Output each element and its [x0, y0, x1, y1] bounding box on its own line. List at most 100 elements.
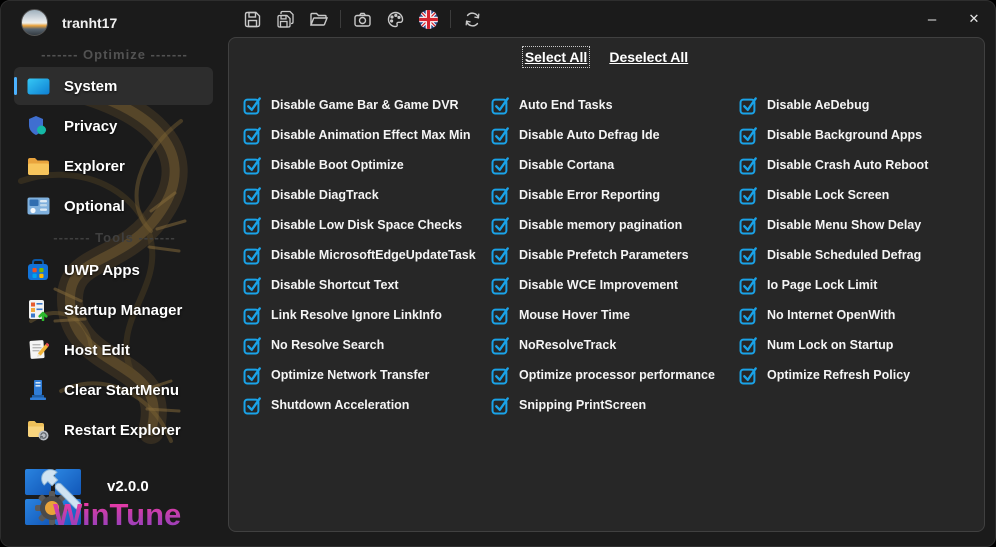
- checkbox-label: Link Resolve Ignore LinkInfo: [271, 308, 442, 322]
- checkbox-item[interactable]: Snipping PrintScreen: [491, 390, 736, 420]
- checkbox-item[interactable]: Optimize processor performance: [491, 360, 736, 390]
- toolbar-separator: [450, 10, 451, 28]
- checkbox-item[interactable]: No Resolve Search: [243, 330, 488, 360]
- checkbox-checked-icon: [739, 246, 758, 265]
- checkbox-checked-icon: [243, 306, 262, 325]
- checkbox-checked-icon: [491, 156, 510, 175]
- checkbox-label: Optimize Network Transfer: [271, 368, 430, 382]
- checkbox-item[interactable]: Num Lock on Startup: [739, 330, 984, 360]
- checkbox-column-1: Disable Game Bar & Game DVR Disable Anim…: [243, 90, 488, 420]
- checkbox-checked-icon: [243, 336, 262, 355]
- checkbox-item[interactable]: Disable Low Disk Space Checks: [243, 210, 488, 240]
- checkbox-label: Snipping PrintScreen: [519, 398, 647, 412]
- sidebar-item-privacy[interactable]: Privacy: [14, 107, 213, 145]
- checkbox-label: Disable Scheduled Defrag: [767, 248, 922, 262]
- sidebar-item-label: UWP Apps: [64, 261, 140, 279]
- checkbox-item[interactable]: NoResolveTrack: [491, 330, 736, 360]
- checkbox-item[interactable]: Disable Background Apps: [739, 120, 984, 150]
- checkbox-checked-icon: [491, 186, 510, 205]
- close-button[interactable]: ✕: [953, 4, 995, 34]
- optimize-section-separator: ------- Optimize -------: [41, 47, 188, 62]
- sidebar-item-system[interactable]: System: [14, 67, 213, 105]
- refresh-button[interactable]: [456, 4, 489, 34]
- sidebar-item-explorer[interactable]: Explorer: [14, 147, 213, 185]
- sidebar-item-startup-manager[interactable]: Startup Manager: [14, 291, 213, 329]
- minimize-button[interactable]: –: [911, 4, 953, 34]
- sidebar-item-restart-explorer[interactable]: Restart Explorer: [14, 411, 213, 449]
- checkbox-item[interactable]: Disable Lock Screen: [739, 180, 984, 210]
- checkbox-item[interactable]: Disable Animation Effect Max Min: [243, 120, 488, 150]
- checkbox-item[interactable]: Disable AeDebug: [739, 90, 984, 120]
- tools-section-separator: ------- Tools -------: [53, 230, 176, 245]
- checkbox-item[interactable]: Disable Prefetch Parameters: [491, 240, 736, 270]
- checkbox-item[interactable]: Disable Game Bar & Game DVR: [243, 90, 488, 120]
- checkbox-item[interactable]: Disable memory pagination: [491, 210, 736, 240]
- checkbox-item[interactable]: Disable WCE Improvement: [491, 270, 736, 300]
- checkbox-item[interactable]: Link Resolve Ignore LinkInfo: [243, 300, 488, 330]
- checkbox-item[interactable]: Disable Scheduled Defrag: [739, 240, 984, 270]
- uwp-store-icon: [25, 257, 51, 283]
- checkbox-column-3: Disable AeDebug Disable Background Apps …: [739, 90, 984, 390]
- privacy-shield-icon: [25, 113, 51, 139]
- checkbox-checked-icon: [243, 156, 262, 175]
- checkbox-label: Disable WCE Improvement: [519, 278, 679, 292]
- titlebar: – ✕: [228, 1, 995, 37]
- checkbox-checked-icon: [243, 126, 262, 145]
- checkbox-item[interactable]: Disable Crash Auto Reboot: [739, 150, 984, 180]
- sidebar-item-label: Restart Explorer: [64, 421, 181, 439]
- checkbox-item[interactable]: Disable Menu Show Delay: [739, 210, 984, 240]
- checkbox-item[interactable]: Auto End Tasks: [491, 90, 736, 120]
- sidebar-item-optional[interactable]: Optional: [14, 187, 213, 225]
- checkbox-checked-icon: [739, 96, 758, 115]
- checkbox-item[interactable]: Optimize Network Transfer: [243, 360, 488, 390]
- checkbox-item[interactable]: Mouse Hover Time: [491, 300, 736, 330]
- checkbox-column-2: Auto End Tasks Disable Auto Defrag Ide D…: [491, 90, 736, 420]
- checkbox-item[interactable]: Disable Shortcut Text: [243, 270, 488, 300]
- checkbox-checked-icon: [243, 186, 262, 205]
- user-profile[interactable]: tranht17: [21, 9, 117, 36]
- checkbox-item[interactable]: Disable Auto Defrag Ide: [491, 120, 736, 150]
- checkbox-label: No Internet OpenWith: [767, 308, 896, 322]
- checkbox-item[interactable]: Disable Boot Optimize: [243, 150, 488, 180]
- checkbox-item[interactable]: Optimize Refresh Policy: [739, 360, 984, 390]
- screenshot-camera-button[interactable]: [346, 4, 379, 34]
- save-copy-button[interactable]: [269, 4, 302, 34]
- select-all-link[interactable]: Select All: [521, 46, 591, 68]
- checkbox-label: Disable Cortana: [519, 158, 615, 172]
- checkbox-label: Io Page Lock Limit: [767, 278, 878, 292]
- sidebar-item-label: Explorer: [64, 157, 125, 175]
- checkbox-item[interactable]: No Internet OpenWith: [739, 300, 984, 330]
- sidebar-item-label: Optional: [64, 197, 125, 215]
- sidebar-item-clear-startmenu[interactable]: Clear StartMenu: [14, 371, 213, 409]
- language-uk-flag-button[interactable]: [412, 4, 445, 34]
- sidebar-item-host-edit[interactable]: Host Edit: [14, 331, 213, 369]
- checkbox-item[interactable]: Io Page Lock Limit: [739, 270, 984, 300]
- theme-palette-button[interactable]: [379, 4, 412, 34]
- sidebar-item-uwp-apps[interactable]: UWP Apps: [14, 251, 213, 289]
- clear-startmenu-icon: [25, 377, 51, 403]
- checkbox-label: Disable Crash Auto Reboot: [767, 158, 929, 172]
- toolbar-separator: [340, 10, 341, 28]
- explorer-folder-icon: [25, 153, 51, 179]
- checkbox-item[interactable]: Disable Error Reporting: [491, 180, 736, 210]
- checkbox-item[interactable]: Disable Cortana: [491, 150, 736, 180]
- checkbox-label: Disable Background Apps: [767, 128, 923, 142]
- checkbox-item[interactable]: Shutdown Acceleration: [243, 390, 488, 420]
- open-folder-button[interactable]: [302, 4, 335, 34]
- checkbox-label: NoResolveTrack: [519, 338, 617, 352]
- host-edit-icon: [25, 337, 51, 363]
- checkbox-label: Disable AeDebug: [767, 98, 870, 112]
- checkbox-item[interactable]: Disable DiagTrack: [243, 180, 488, 210]
- deselect-all-link[interactable]: Deselect All: [609, 49, 688, 65]
- checkbox-label: Disable Lock Screen: [767, 188, 890, 202]
- system-icon: [25, 73, 51, 99]
- user-avatar: [21, 9, 48, 36]
- app-window: tranht17 ------- Optimize ------- System…: [0, 0, 996, 547]
- optional-panel-icon: [25, 193, 51, 219]
- checkbox-item[interactable]: Disable MicrosoftEdgeUpdateTask: [243, 240, 488, 270]
- app-version: v2.0.0: [107, 478, 149, 495]
- save-button[interactable]: [236, 4, 269, 34]
- checkbox-label: Mouse Hover Time: [519, 308, 630, 322]
- checkbox-label: Disable Low Disk Space Checks: [271, 218, 463, 232]
- sidebar-item-label: System: [64, 77, 118, 95]
